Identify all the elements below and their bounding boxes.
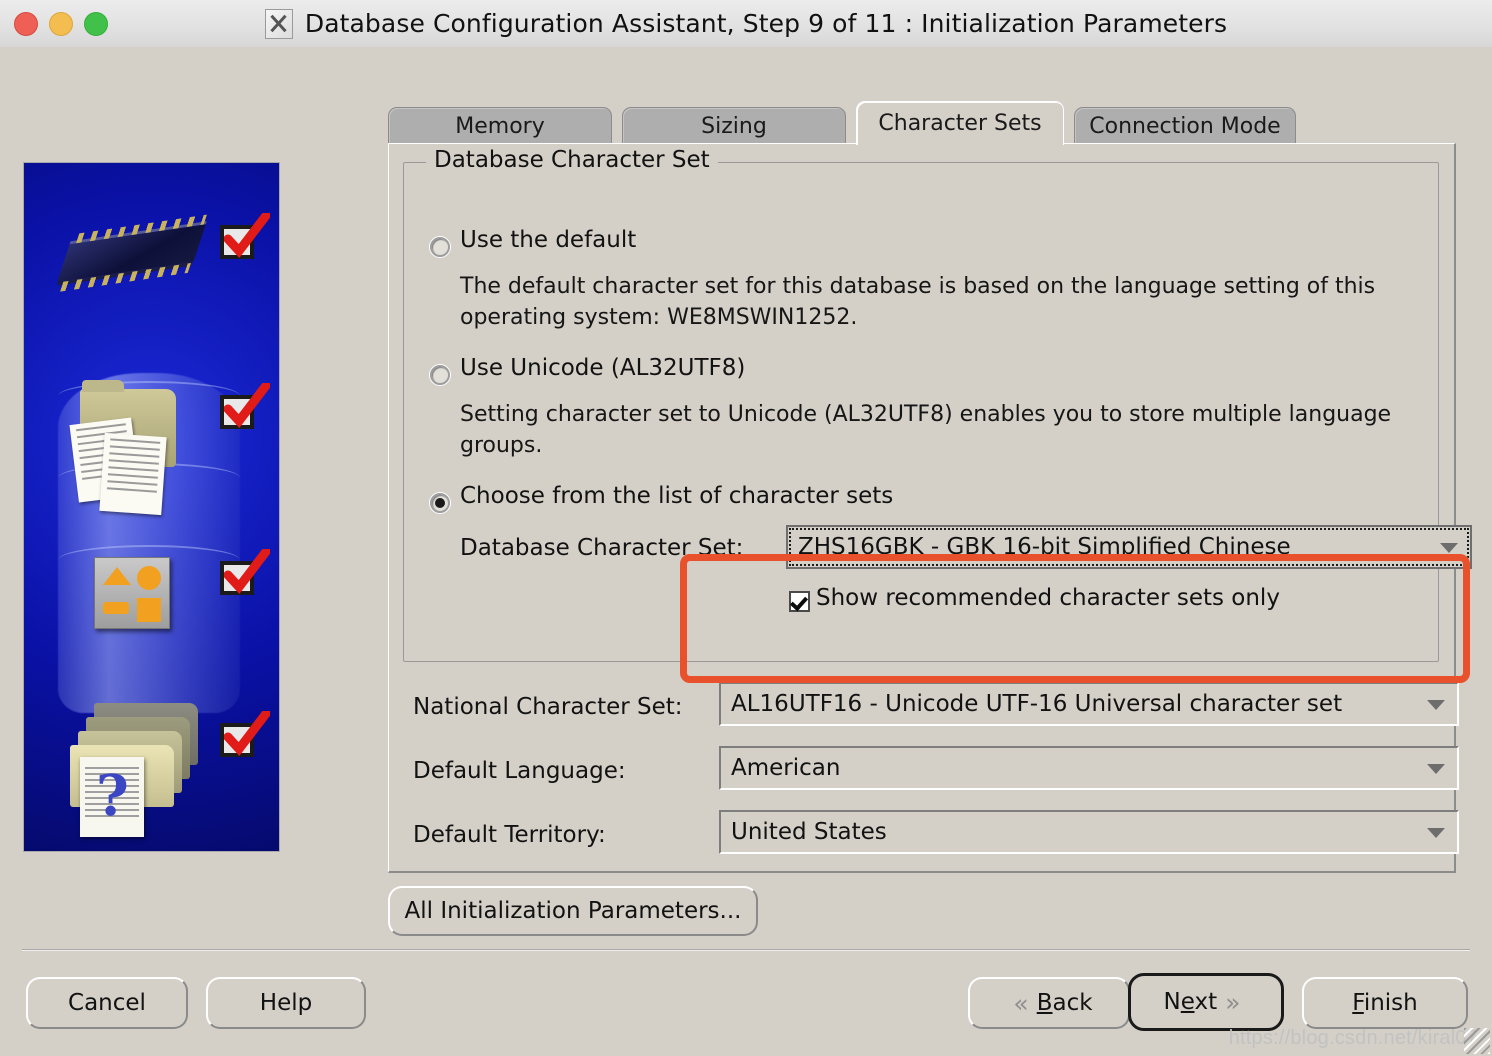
x11-app-icon: [264, 8, 293, 39]
red-check-icon: [224, 213, 270, 259]
use-the-default-description: The default character set for this datab…: [460, 274, 1376, 330]
default-territory-dropdown[interactable]: United States: [719, 810, 1459, 854]
default-language-dropdown[interactable]: American: [719, 746, 1459, 790]
database-character-set-value: ZHS16GBK - GBK 16-bit Simplified Chinese: [798, 534, 1291, 560]
finish-button-label: Finish: [1352, 990, 1418, 1016]
chevron-right-icon: »: [1225, 987, 1241, 1017]
back-button[interactable]: « Back: [968, 977, 1130, 1029]
help-button[interactable]: Help: [206, 977, 366, 1029]
chevron-down-icon: [1427, 700, 1445, 710]
chevron-down-icon: [1427, 828, 1445, 838]
window-title-group: Database Configuration Assistant, Step 9…: [0, 0, 1492, 47]
resize-grip[interactable]: [1464, 1028, 1490, 1054]
help-document-icon: ?: [80, 757, 144, 837]
red-check-icon: [224, 549, 270, 595]
use-unicode-description: Setting character set to Unicode (AL32UT…: [460, 402, 1392, 458]
tab-connection-mode[interactable]: Connection Mode: [1074, 107, 1296, 145]
red-check-icon: [224, 711, 270, 757]
default-territory-value: United States: [731, 819, 887, 845]
watermark-text: https://blog.csdn.net/kiral07: [1228, 1027, 1478, 1049]
radio-use-the-default-label[interactable]: Use the default: [460, 227, 636, 253]
document-page-icon: [99, 432, 167, 516]
default-language-label: Default Language:: [413, 758, 626, 784]
show-recommended-checkbox[interactable]: [789, 591, 810, 612]
memory-chip-icon: [57, 221, 207, 282]
database-character-set-dropdown[interactable]: ZHS16GBK - GBK 16-bit Simplified Chinese: [786, 525, 1472, 569]
radio-use-unicode-label[interactable]: Use Unicode (AL32UTF8): [460, 355, 745, 381]
default-territory-label: Default Territory:: [413, 822, 606, 848]
tab-sizing[interactable]: Sizing: [622, 107, 846, 145]
step-complete-check-3: [220, 549, 270, 601]
tab-memory[interactable]: Memory: [388, 107, 612, 145]
tab-character-sets[interactable]: Character Sets: [856, 101, 1064, 145]
database-character-set-label: Database Character Set:: [460, 535, 744, 561]
next-button-label: Next: [1163, 989, 1218, 1015]
group-title: Database Character Set: [426, 147, 718, 173]
window-titlebar: Database Configuration Assistant, Step 9…: [0, 0, 1492, 48]
chevron-left-icon: «: [1013, 988, 1029, 1018]
next-button[interactable]: Next »: [1128, 973, 1284, 1031]
window-body: ? Memory Sizing Character Sets Connectio…: [0, 47, 1492, 1056]
tab-strip: Memory Sizing Character Sets Connection …: [388, 101, 1456, 145]
national-character-set-label: National Character Set:: [413, 694, 683, 720]
default-language-value: American: [731, 755, 841, 781]
all-initialization-parameters-button[interactable]: All Initialization Parameters...: [388, 886, 758, 936]
back-button-label: Back: [1036, 990, 1093, 1016]
national-character-set-dropdown[interactable]: AL16UTF16 - Unicode UTF-16 Universal cha…: [719, 682, 1459, 726]
radio-choose-from-list[interactable]: [430, 493, 450, 513]
show-recommended-checkbox-label[interactable]: Show recommended character sets only: [816, 585, 1280, 611]
database-character-set-group: Database Character Set Use the default T…: [403, 147, 1472, 662]
radio-use-the-default[interactable]: [430, 237, 450, 257]
radio-choose-from-list-label[interactable]: Choose from the list of character sets: [460, 483, 893, 509]
cancel-button[interactable]: Cancel: [26, 977, 188, 1029]
character-set-shapes-icon: [94, 557, 170, 629]
window-title: Database Configuration Assistant, Step 9…: [304, 9, 1228, 38]
chevron-down-icon: [1427, 764, 1445, 774]
finish-button[interactable]: Finish: [1302, 977, 1468, 1029]
step-complete-check-2: [220, 383, 270, 435]
radio-use-unicode[interactable]: [430, 365, 450, 385]
national-character-set-value: AL16UTF16 - Unicode UTF-16 Universal cha…: [731, 691, 1343, 717]
red-check-icon: [224, 383, 270, 429]
character-sets-panel: Database Character Set Use the default T…: [388, 143, 1472, 873]
wizard-artwork-panel: ?: [23, 162, 280, 852]
footer-divider: [22, 949, 1470, 951]
app-window: Database Configuration Assistant, Step 9…: [0, 0, 1492, 1056]
step-complete-check-1: [220, 213, 270, 265]
step-complete-check-4: [220, 711, 270, 763]
chevron-down-icon: [1440, 543, 1458, 553]
